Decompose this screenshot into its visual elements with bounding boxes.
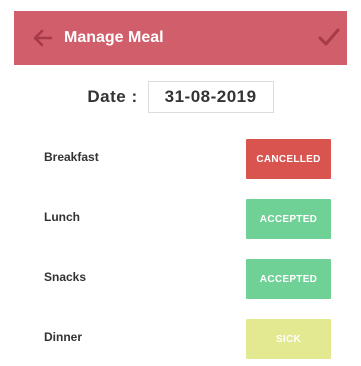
meal-label: Lunch [44, 210, 80, 224]
date-label: Date : [87, 87, 138, 106]
app-bar: Manage Meal [14, 11, 347, 65]
arrow-left-icon[interactable] [30, 25, 56, 51]
checkmark-icon[interactable] [315, 23, 343, 51]
meal-label: Snacks [44, 270, 87, 284]
meal-row-lunch: Lunch ACCEPTED [0, 190, 361, 246]
dinner-status-button[interactable]: SICK [246, 319, 331, 359]
meal-label: Dinner [44, 330, 83, 344]
snacks-status-button[interactable]: ACCEPTED [246, 259, 331, 299]
breakfast-status-button[interactable]: CANCELLED [246, 139, 331, 179]
meal-row-dinner: Dinner SICK [0, 310, 361, 366]
date-field[interactable]: 31-08-2019 [147, 81, 274, 113]
meal-label: Breakfast [44, 150, 99, 164]
page-title: Manage Meal [64, 29, 164, 46]
date-row: Date : 31-08-2019 [0, 78, 361, 116]
meal-row-snacks: Snacks ACCEPTED [0, 250, 361, 306]
lunch-status-button[interactable]: ACCEPTED [246, 199, 331, 239]
meal-row-breakfast: Breakfast CANCELLED [0, 130, 361, 186]
